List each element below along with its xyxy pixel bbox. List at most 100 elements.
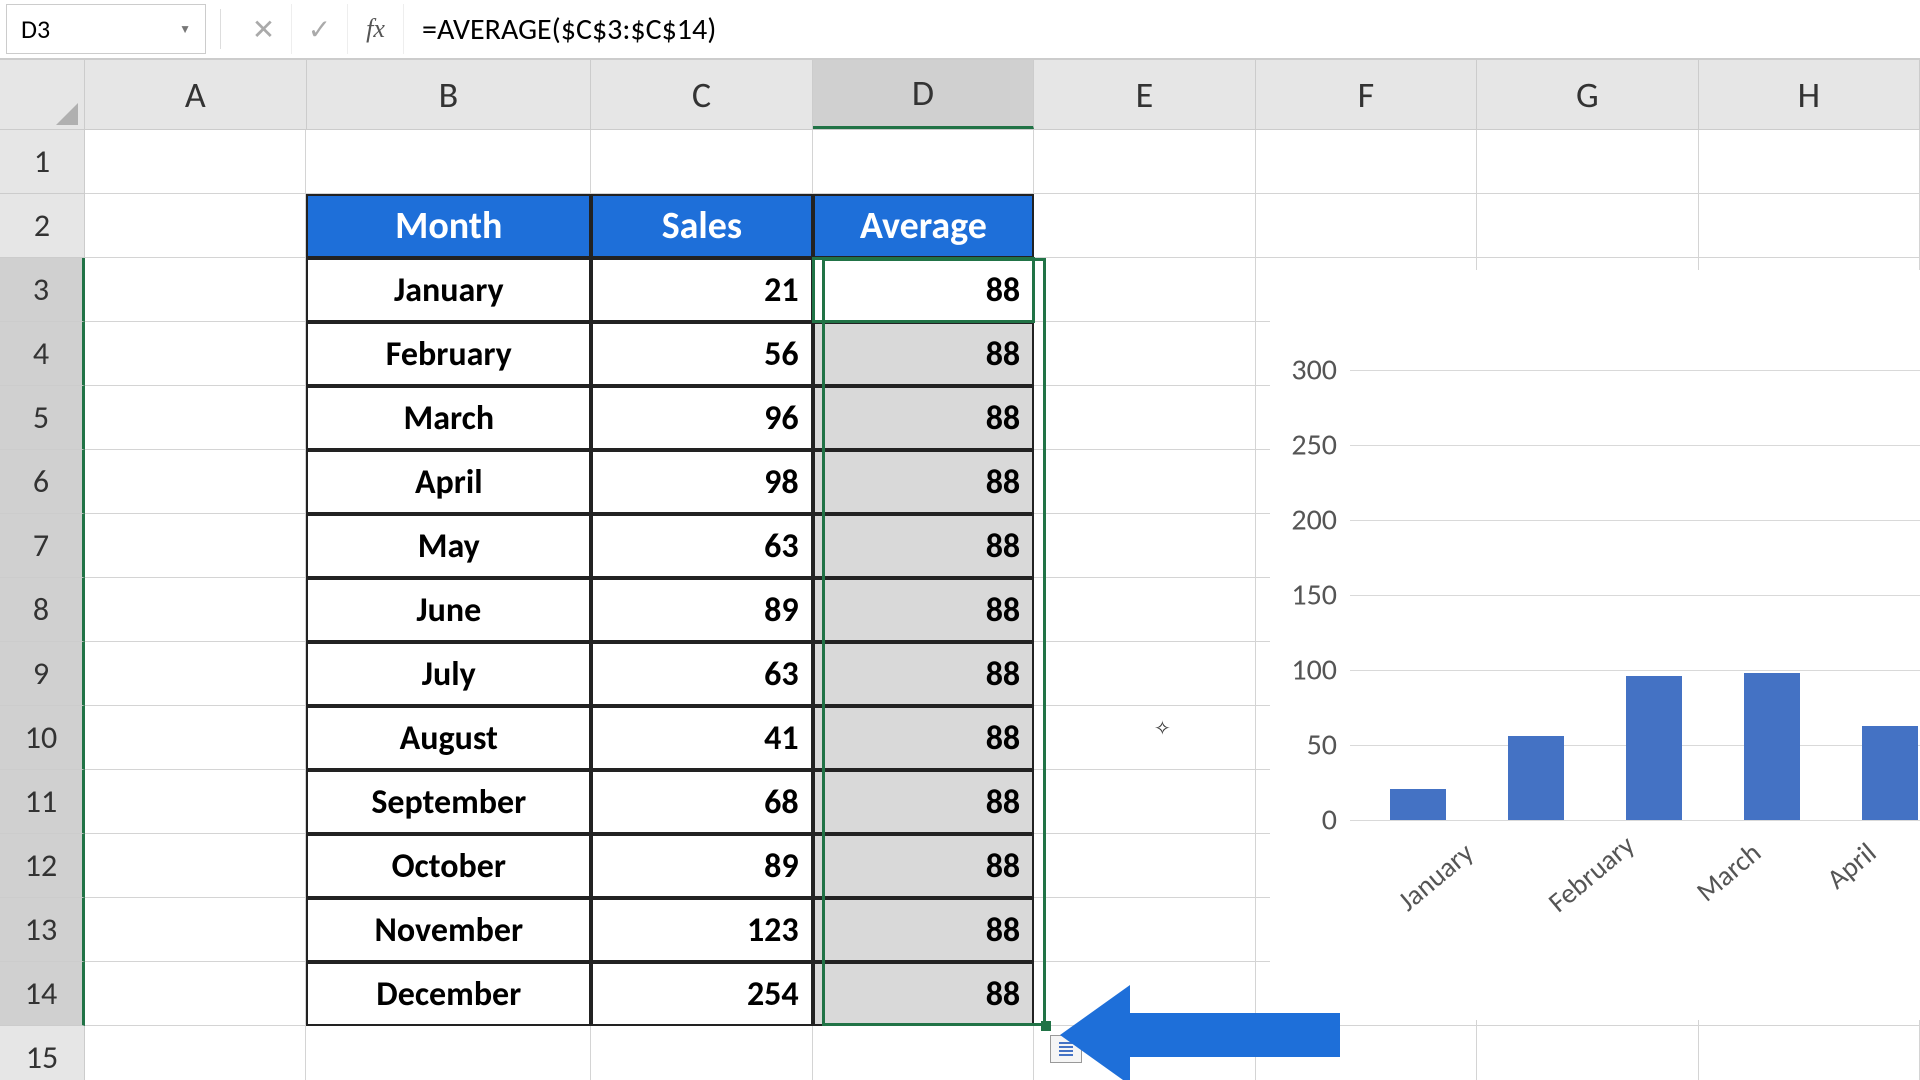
cell-D12[interactable]: 88 [813,834,1035,898]
cell-E7[interactable] [1034,514,1255,578]
row-header-10[interactable]: 10 [0,706,85,770]
cell-D13[interactable]: 88 [813,898,1035,962]
cell-D14[interactable]: 88 [813,962,1035,1026]
cell-E4[interactable] [1034,322,1255,386]
col-header-C[interactable]: C [591,60,812,129]
row-header-4[interactable]: 4 [0,322,85,386]
cell-E10[interactable] [1034,706,1255,770]
cell-B11[interactable]: September [306,770,591,834]
cell-E13[interactable] [1034,898,1255,962]
cell-A6[interactable] [85,450,306,514]
cell-A13[interactable] [85,898,306,962]
col-header-H[interactable]: H [1699,60,1920,129]
row-header-15[interactable]: 15 [0,1026,85,1080]
cell-E3[interactable] [1034,258,1255,322]
cell-C1[interactable] [591,130,812,194]
cell-B1[interactable] [306,130,591,194]
cell-C5[interactable]: 96 [591,386,813,450]
cell-A1[interactable] [85,130,306,194]
cell-C7[interactable]: 63 [591,514,813,578]
cell-A12[interactable] [85,834,306,898]
row-header-6[interactable]: 6 [0,450,85,514]
col-header-A[interactable]: A [85,60,306,129]
name-box[interactable]: D3 ▼ [6,4,206,54]
cell-D5[interactable]: 88 [813,386,1035,450]
cell-D6[interactable]: 88 [813,450,1035,514]
cell-B14[interactable]: December [306,962,591,1026]
row-header-13[interactable]: 13 [0,898,85,962]
cell-A8[interactable] [85,578,306,642]
cell-A10[interactable] [85,706,306,770]
cell-A7[interactable] [85,514,306,578]
cell-C3[interactable]: 21 [591,258,813,322]
cell-C2[interactable]: Sales [591,194,813,258]
cell-E6[interactable] [1034,450,1255,514]
cell-D15[interactable] [813,1026,1034,1080]
cell-D9[interactable]: 88 [813,642,1035,706]
col-header-E[interactable]: E [1034,60,1255,129]
cell-E12[interactable] [1034,834,1255,898]
cell-C8[interactable]: 89 [591,578,813,642]
embedded-chart[interactable]: 050100150200250300 JanuaryFebruaryMarchA… [1270,270,1920,1020]
row-header-1[interactable]: 1 [0,130,85,194]
cell-A4[interactable] [85,322,306,386]
cell-C15[interactable] [591,1026,812,1080]
cell-H15[interactable] [1699,1026,1920,1080]
cell-C14[interactable]: 254 [591,962,813,1026]
row-header-11[interactable]: 11 [0,770,85,834]
cell-B4[interactable]: February [306,322,591,386]
cell-B8[interactable]: June [306,578,591,642]
cell-E9[interactable] [1034,642,1255,706]
cell-B7[interactable]: May [306,514,591,578]
cell-G2[interactable] [1477,194,1698,258]
row-header-12[interactable]: 12 [0,834,85,898]
insert-function-icon[interactable]: fx [348,4,404,54]
cell-A3[interactable] [85,258,306,322]
chart-bar-March[interactable] [1626,676,1682,820]
name-box-dropdown-icon[interactable]: ▼ [179,22,191,37]
cell-B12[interactable]: October [306,834,591,898]
cell-B5[interactable]: March [306,386,591,450]
cell-B10[interactable]: August [306,706,591,770]
cell-A5[interactable] [85,386,306,450]
cell-C11[interactable]: 68 [591,770,813,834]
spreadsheet-grid[interactable]: A B C D E F G H 12MonthSalesAverage3Janu… [0,60,1920,1080]
cell-A2[interactable] [85,194,306,258]
chart-bar-May[interactable] [1862,726,1918,821]
chart-bar-April[interactable] [1744,673,1800,820]
row-header-7[interactable]: 7 [0,514,85,578]
cell-A14[interactable] [85,962,306,1026]
cell-E8[interactable] [1034,578,1255,642]
row-header-9[interactable]: 9 [0,642,85,706]
cell-D2[interactable]: Average [813,194,1035,258]
cell-D7[interactable]: 88 [813,514,1035,578]
col-header-G[interactable]: G [1477,60,1698,129]
cell-D3[interactable]: 88 [813,258,1035,322]
chart-bar-January[interactable] [1390,789,1446,821]
cell-E11[interactable] [1034,770,1255,834]
cell-A15[interactable] [85,1026,306,1080]
cell-A11[interactable] [85,770,306,834]
row-header-2[interactable]: 2 [0,194,85,258]
cell-C9[interactable]: 63 [591,642,813,706]
fill-handle[interactable] [1041,1021,1051,1031]
cell-D4[interactable]: 88 [813,322,1035,386]
cell-C4[interactable]: 56 [591,322,813,386]
formula-input[interactable]: =AVERAGE($C$3:$C$14) [404,4,1920,54]
cell-E1[interactable] [1034,130,1255,194]
cell-C12[interactable]: 89 [591,834,813,898]
cell-B3[interactable]: January [306,258,591,322]
cell-H2[interactable] [1699,194,1920,258]
select-all-corner[interactable] [0,60,85,129]
cell-E2[interactable] [1034,194,1255,258]
cell-B9[interactable]: July [306,642,591,706]
cell-B6[interactable]: April [306,450,591,514]
row-header-8[interactable]: 8 [0,578,85,642]
cell-D10[interactable]: 88 [813,706,1035,770]
row-header-3[interactable]: 3 [0,258,85,322]
cell-F1[interactable] [1256,130,1477,194]
row-header-14[interactable]: 14 [0,962,85,1026]
cell-C10[interactable]: 41 [591,706,813,770]
cell-G1[interactable] [1477,130,1698,194]
cell-D1[interactable] [813,130,1034,194]
